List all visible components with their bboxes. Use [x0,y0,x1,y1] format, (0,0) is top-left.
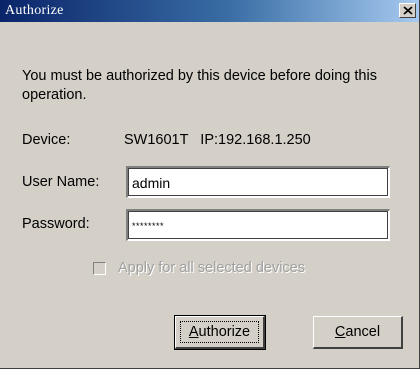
device-label: Device: [22,132,71,148]
password-label: Password: [22,216,90,232]
cancel-button[interactable]: Cancel [313,316,403,349]
authorize-button[interactable]: Authorize [174,315,266,350]
user-name-label: User Name: [22,174,100,190]
apply-all-label: Apply for all selected devices [118,260,305,276]
cancel-button-label: Cancel [334,324,381,340]
authorize-dialog: Authorize You must be authorized by this… [0,0,420,369]
device-info: SW1601T IP:192.168.1.250 [124,132,311,148]
authorize-button-label: Authorize [188,324,251,340]
user-name-input[interactable] [126,166,390,198]
password-input[interactable] [126,209,390,241]
close-icon [403,6,413,15]
authorization-message: You must be authorized by this device be… [22,68,377,103]
dialog-title: Authorize [5,3,64,18]
title-bar[interactable]: Authorize [0,0,419,22]
close-button[interactable] [399,3,416,18]
checkbox-box[interactable] [93,262,106,275]
